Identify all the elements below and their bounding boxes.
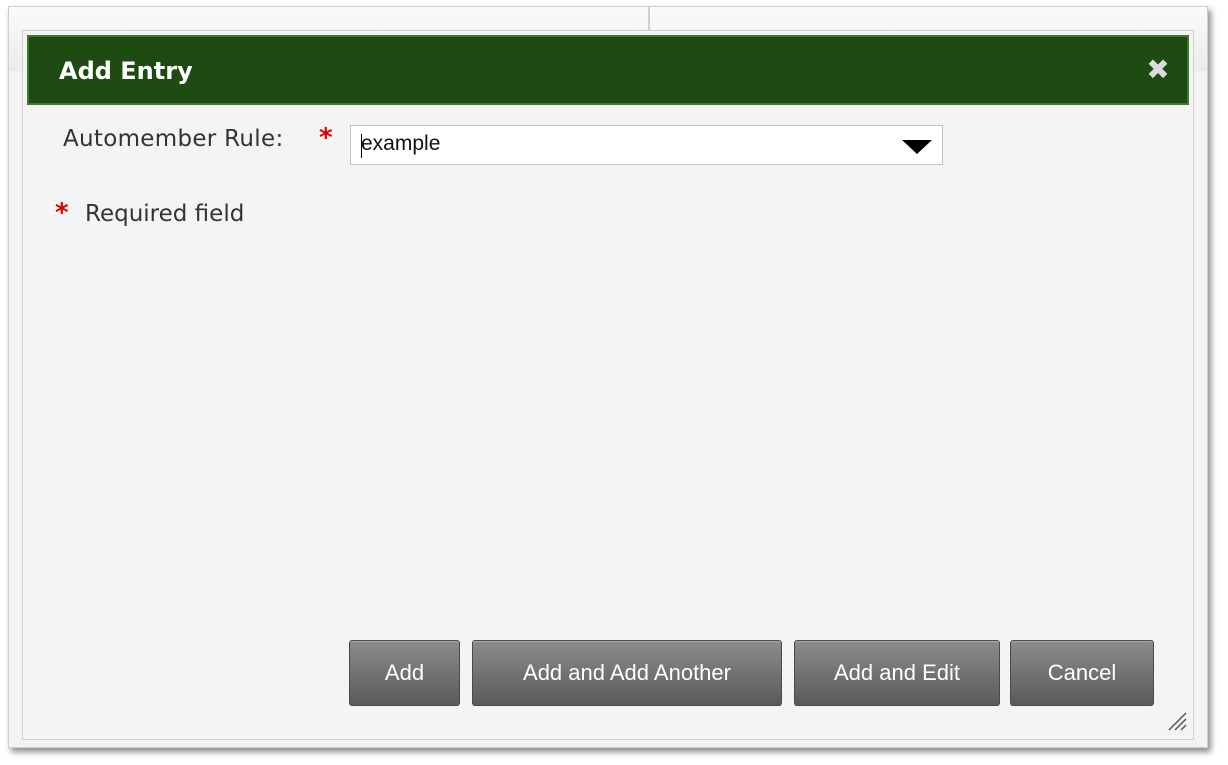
automember-rule-value: example	[361, 132, 441, 155]
add-button[interactable]: Add	[349, 640, 460, 706]
required-field-note: Required field	[85, 201, 245, 227]
add-and-add-another-button[interactable]: Add and Add Another	[472, 640, 782, 706]
add-entry-dialog: Add Entry ✖ Automember Rule: * example *…	[22, 30, 1194, 740]
dialog-titlebar: Add Entry ✖	[27, 35, 1189, 105]
automember-rule-label: Automember Rule:	[63, 126, 284, 152]
automember-rule-select[interactable]: example	[350, 125, 943, 165]
resize-grip-icon[interactable]	[1165, 709, 1187, 731]
required-note-marker: *	[55, 198, 69, 228]
dialog-title: Add Entry	[59, 57, 193, 85]
add-and-edit-button[interactable]: Add and Edit	[794, 640, 1000, 706]
close-icon[interactable]: ✖	[1143, 55, 1173, 85]
chevron-down-icon[interactable]	[902, 140, 932, 154]
required-marker: *	[319, 123, 333, 153]
cancel-button[interactable]: Cancel	[1010, 640, 1154, 706]
